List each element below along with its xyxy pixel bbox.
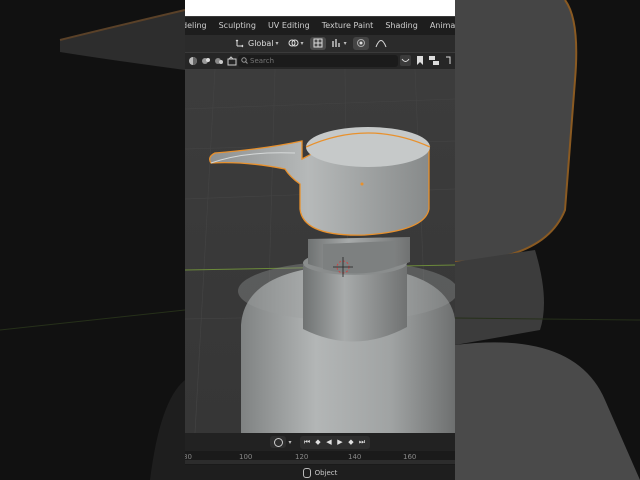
tab-shading[interactable]: Shading: [379, 17, 424, 35]
search-field[interactable]: [238, 55, 398, 67]
snap-target-dropdown[interactable]: ▾: [329, 37, 350, 50]
jump-to-keyframe-forward-icon[interactable]: ◆: [346, 437, 357, 448]
timeline-controls: ▾ ⏮ ◆ ◀ ▶ ◆ ⏭: [185, 433, 455, 451]
tab-uv-editing[interactable]: UV Editing: [262, 17, 316, 35]
viewport-header: Global ▾ ▾ ▾: [185, 35, 455, 52]
transform-orientation-dropdown[interactable]: Global ▾: [232, 37, 282, 50]
new-collection-icon[interactable]: [428, 55, 439, 66]
play-reverse-icon[interactable]: ◀: [324, 437, 335, 448]
workspace-tabs: deling Sculpting UV Editing Texture Pain…: [185, 17, 455, 35]
status-bar: Object: [185, 465, 455, 480]
proportional-editing-icon: [356, 38, 366, 50]
proportional-editing-toggle[interactable]: [352, 37, 369, 50]
playback-buttons: ⏮ ◆ ◀ ▶ ◆ ⏭: [299, 435, 370, 449]
search-input[interactable]: [248, 57, 380, 65]
snap-icon: [313, 38, 323, 50]
mouse-icon: [302, 467, 311, 478]
jump-to-end-icon[interactable]: ⏭: [357, 437, 368, 448]
tab-animation[interactable]: Animati: [424, 17, 455, 35]
falloff-dropdown[interactable]: [372, 37, 390, 50]
bookmark-icon[interactable]: [414, 55, 425, 66]
visibility-filter-icon[interactable]: [200, 56, 211, 67]
status-label: Object: [314, 468, 338, 477]
jump-to-keyframe-back-icon[interactable]: ◆: [313, 437, 324, 448]
tab-texture-paint[interactable]: Texture Paint: [316, 17, 380, 35]
pivot-point-dropdown[interactable]: ▾: [285, 37, 307, 50]
auto-keying-button[interactable]: [270, 436, 287, 448]
blurred-background-right: [455, 0, 640, 480]
transform-orientation-icon: [235, 38, 245, 50]
jump-to-start-icon[interactable]: ⏮: [302, 437, 313, 448]
3d-viewport[interactable]: [185, 68, 455, 434]
top-white-bar: [185, 0, 455, 16]
snap-grid-icon: [331, 38, 342, 50]
record-icon: [273, 437, 283, 447]
chevron-down-icon: ▾: [343, 40, 347, 47]
frame-ruler[interactable]: 80 100 120 140 160: [185, 451, 455, 465]
chevron-down-icon[interactable]: ▾: [288, 439, 291, 446]
play-icon[interactable]: ▶: [335, 437, 346, 448]
chevron-down-icon: ▾: [275, 40, 279, 47]
video-frame: deling Sculpting UV Editing Texture Pain…: [0, 0, 640, 480]
viewport-shading-icon[interactable]: [187, 56, 198, 67]
pivot-point-icon: [288, 38, 299, 50]
filter-icon[interactable]: [400, 55, 411, 66]
orientation-label: Global: [248, 39, 274, 48]
snap-toggle[interactable]: [309, 37, 326, 50]
blender-window: deling Sculpting UV Editing Texture Pain…: [185, 0, 455, 480]
chevron-down-icon: ▾: [300, 40, 304, 47]
tab-sculpting[interactable]: Sculpting: [213, 17, 262, 35]
tab-modeling[interactable]: deling: [185, 17, 213, 35]
render-filter-icon[interactable]: [226, 56, 237, 67]
timeline-track[interactable]: [185, 460, 455, 464]
falloff-curve-icon: [375, 38, 387, 50]
outliner-toolbar: [185, 53, 455, 69]
overlay-filter-icon[interactable]: [213, 56, 224, 67]
options-icon[interactable]: [442, 55, 453, 66]
search-icon: [241, 56, 248, 66]
blurred-background-left: [0, 0, 185, 480]
